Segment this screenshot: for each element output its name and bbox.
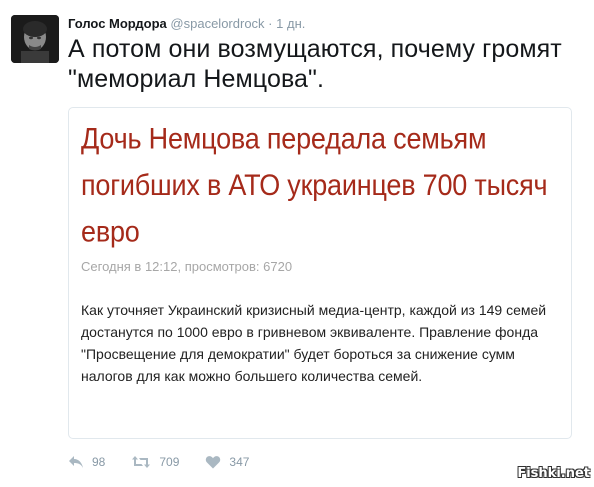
like-count: 347 (229, 455, 250, 469)
card-body: Как уточняет Украинский кризисный медиа-… (81, 302, 547, 384)
tweet: Голос Мордора @spacelordrock · 1 дн. А п… (0, 0, 594, 487)
tweet-header: Голос Мордора @spacelordrock · 1 дн. (68, 14, 305, 34)
tweet-actions: 98 709 347 (68, 452, 275, 472)
tweet-text: А потом они возмущаются, почему громят "… (68, 35, 562, 93)
retweet-count: 709 (159, 455, 180, 469)
author-handle[interactable]: @spacelordrock (170, 16, 264, 31)
avatar-image (11, 15, 59, 63)
card-meta: Сегодня в 12:12, просмотров: 6720 (81, 259, 293, 274)
reply-icon (68, 455, 84, 469)
author-name[interactable]: Голос Мордора (68, 16, 167, 31)
card-headline[interactable]: Дочь Немцова передала семьям погибших в … (81, 116, 561, 255)
retweet-icon (131, 455, 151, 469)
reply-count: 98 (92, 455, 106, 469)
reply-button[interactable]: 98 (68, 455, 105, 469)
link-card[interactable]: Дочь Немцова передала семьям погибших в … (68, 107, 572, 439)
avatar[interactable] (11, 15, 59, 63)
retweet-button[interactable]: 709 (131, 455, 179, 469)
time-separator: · (268, 16, 273, 31)
timestamp[interactable]: 1 дн. (276, 16, 305, 31)
like-button[interactable]: 347 (205, 455, 249, 469)
heart-icon (205, 455, 221, 469)
watermark: Fishki.net (517, 466, 590, 481)
